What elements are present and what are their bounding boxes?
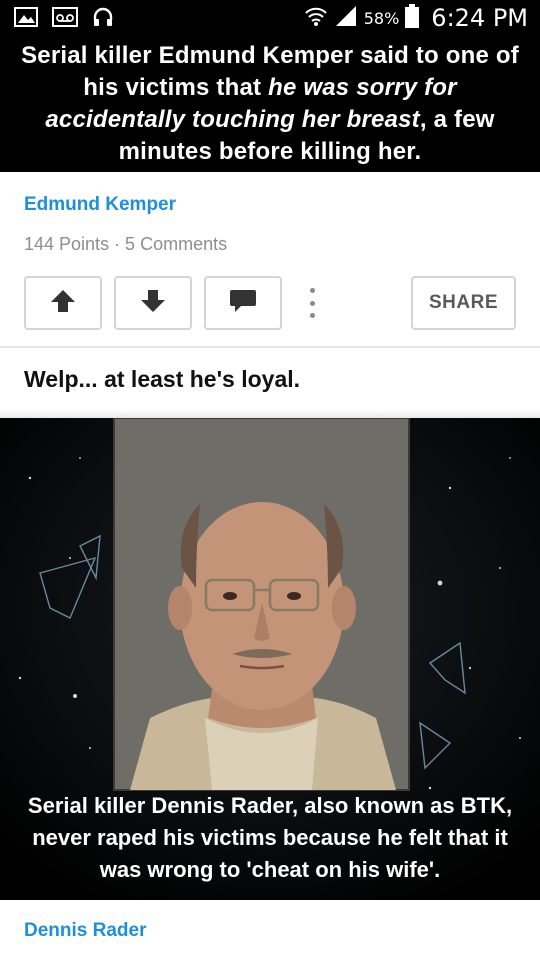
- divider-shadow: [0, 410, 540, 418]
- battery-icon: [405, 3, 420, 33]
- voicemail-icon: [52, 7, 78, 32]
- divider: [0, 346, 540, 348]
- post-title[interactable]: Welp... at least he's loyal.: [24, 366, 300, 393]
- upvote-button[interactable]: [24, 276, 102, 330]
- comment-icon: [229, 289, 257, 318]
- clock: 6:24 PM: [431, 4, 528, 32]
- post-author-link[interactable]: Edmund Kemper: [24, 194, 176, 216]
- image-icon: [14, 7, 38, 32]
- wifi-icon: [304, 5, 328, 32]
- downvote-button[interactable]: [114, 276, 192, 330]
- image-caption: Serial killer Dennis Rader, also known a…: [27, 793, 513, 882]
- arrow-down-icon: [140, 289, 166, 318]
- more-vertical-icon[interactable]: [302, 288, 322, 318]
- post-image[interactable]: Serial killer Dennis Rader, also known a…: [0, 418, 540, 900]
- arrow-up-icon: [50, 289, 76, 318]
- image-caption: Serial killer Edmund Kemper said to one …: [14, 40, 526, 168]
- status-bar: 58% 6:24 PM: [0, 0, 540, 36]
- signal-icon: [334, 4, 358, 33]
- post-image[interactable]: Serial killer Edmund Kemper said to one …: [0, 36, 540, 172]
- share-button[interactable]: SHARE: [411, 276, 516, 330]
- post-stats: 144 Points · 5 Comments: [24, 234, 228, 254]
- post-author-link[interactable]: Dennis Rader: [24, 920, 146, 942]
- comment-button[interactable]: [204, 276, 282, 330]
- battery-percent: 58%: [363, 8, 400, 28]
- headphones-icon: [92, 6, 114, 33]
